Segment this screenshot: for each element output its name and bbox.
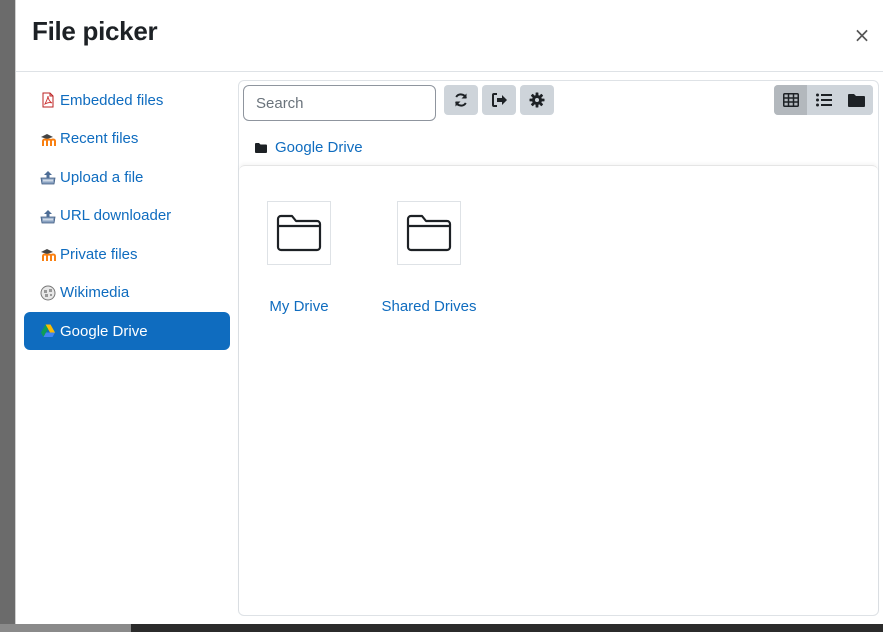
file-picker-dialog: File picker × Embedded files Recent file… [15, 0, 883, 624]
wikimedia-globe-icon [40, 285, 56, 301]
dialog-header: File picker × [16, 0, 883, 72]
file-label: My Drive [269, 298, 329, 315]
breadcrumb-link-google-drive[interactable]: Google Drive [275, 139, 363, 156]
file-thumbnail [267, 201, 331, 265]
gear-icon [529, 92, 545, 108]
sidebar-item-url-downloader[interactable]: URL downloader [24, 197, 230, 235]
dialog-title: File picker [32, 16, 158, 46]
moodle-logo-icon [40, 131, 56, 147]
list-view-button[interactable] [807, 85, 840, 115]
close-button[interactable]: × [852, 24, 872, 46]
logout-icon [491, 92, 508, 108]
refresh-button[interactable] [444, 85, 478, 115]
search-input[interactable] [243, 85, 436, 121]
sidebar-item-wikimedia[interactable]: Wikimedia [24, 274, 230, 312]
grid-view-icon [782, 93, 799, 107]
google-drive-icon [40, 323, 56, 339]
grid-view-button[interactable] [774, 85, 807, 115]
sidebar-item-google-drive[interactable]: Google Drive [24, 312, 230, 350]
sidebar-item-private-files[interactable]: Private files [24, 235, 230, 273]
sidebar-item-label: Wikimedia [60, 284, 130, 301]
upload-icon [40, 208, 56, 224]
moodle-logo-icon [40, 246, 56, 262]
file-item-my-drive[interactable]: My Drive [239, 201, 359, 315]
repository-list: Embedded files Recent files Upload a fil… [24, 81, 230, 351]
file-label: Shared Drives [381, 298, 477, 315]
sidebar-item-label: Private files [60, 245, 138, 263]
folder-view-button[interactable] [840, 85, 873, 115]
background-taskbar-segment [0, 624, 131, 632]
file-browser-toolbar: Google Drive [239, 81, 878, 165]
folder-icon [406, 214, 452, 252]
sidebar-item-label: Google Drive [60, 322, 148, 340]
file-item-shared-drives[interactable]: Shared Drives [369, 201, 489, 315]
list-view-icon [815, 93, 832, 107]
folder-icon [276, 214, 322, 252]
sidebar-item-upload-a-file[interactable]: Upload a file [24, 158, 230, 196]
file-browser-panel: Google Drive My Drive [238, 80, 879, 616]
sidebar-item-embedded-files[interactable]: Embedded files [24, 81, 230, 119]
folder-icon [255, 142, 267, 153]
folder-tree-view-icon [848, 93, 865, 107]
logout-button[interactable] [482, 85, 516, 115]
view-mode-toggle [774, 85, 873, 115]
pdf-file-icon [40, 92, 56, 108]
refresh-icon [453, 92, 469, 108]
settings-button[interactable] [520, 85, 554, 115]
file-thumbnail [397, 201, 461, 265]
file-grid: My Drive Shared Drives [239, 165, 878, 615]
background-taskbar [0, 624, 883, 632]
sidebar-item-label: Embedded files [60, 91, 164, 109]
sidebar-item-recent-files[interactable]: Recent files [24, 120, 230, 158]
breadcrumb: Google Drive [255, 139, 363, 156]
upload-icon [40, 169, 56, 185]
sidebar-item-label: Recent files [60, 130, 139, 147]
sidebar-item-label: Upload a file [60, 168, 144, 186]
sidebar-item-label: URL downloader [60, 207, 172, 224]
